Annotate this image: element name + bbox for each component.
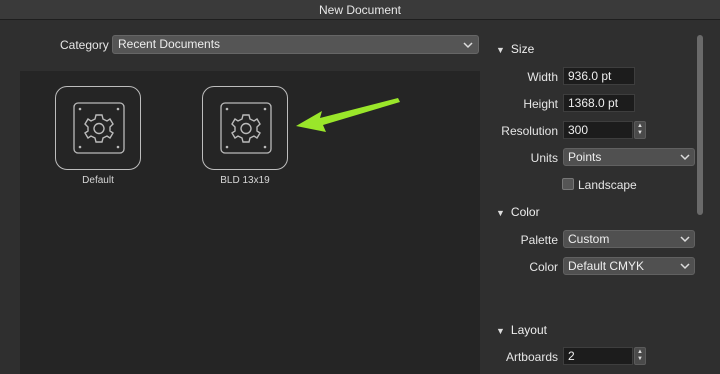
units-dropdown[interactable]: Points — [563, 148, 695, 166]
settings-scrollbar[interactable] — [697, 35, 703, 215]
chevron-down-icon — [680, 236, 690, 243]
chevron-down-icon — [680, 263, 690, 270]
size-heading: Size — [510, 42, 535, 56]
settings-panel: ▼ Size Width 936.0 pt Height 1368.0 pt Re… — [488, 30, 720, 374]
disclosure-down-icon: ▼ — [496, 326, 505, 336]
width-label: Width — [527, 70, 558, 84]
arrow-annotation-icon — [296, 98, 400, 132]
stepper-up-icon: ▲ — [637, 123, 643, 129]
color-value: Default CMYK — [568, 259, 645, 273]
palette-dropdown[interactable]: Custom — [563, 230, 695, 248]
disclosure-down-icon: ▼ — [496, 45, 505, 55]
chevron-down-icon — [463, 42, 473, 49]
stepper-up-icon: ▲ — [637, 349, 643, 355]
window-title: New Document — [0, 0, 720, 20]
color-section-toggle[interactable]: ▼ Color — [496, 205, 540, 219]
preset-label-bld-13x19: BLD 13x19 — [220, 175, 270, 186]
height-label: Height — [523, 97, 558, 111]
size-section-toggle[interactable]: ▼ Size — [496, 42, 534, 56]
color-heading: Color — [510, 205, 540, 219]
preset-tile-default[interactable] — [55, 86, 141, 170]
palette-value: Custom — [568, 232, 610, 246]
width-field[interactable]: 936.0 pt — [563, 67, 635, 85]
gear-icon — [73, 102, 125, 154]
units-label: Units — [530, 151, 558, 165]
layout-section-toggle[interactable]: ▼ Layout — [496, 323, 547, 337]
preset-panel: Default BLD 13x19 — [20, 71, 480, 374]
disclosure-down-icon: ▼ — [496, 208, 505, 218]
landscape-label: Landscape — [578, 178, 637, 192]
category-value: Recent Documents — [118, 37, 221, 51]
palette-label: Palette — [520, 233, 558, 247]
color-label: Color — [529, 260, 558, 274]
preset-label-default: Default — [82, 175, 114, 186]
landscape-checkbox[interactable] — [562, 178, 574, 190]
stepper-down-icon: ▼ — [637, 130, 643, 136]
stepper-down-icon: ▼ — [637, 356, 643, 362]
height-field[interactable]: 1368.0 pt — [563, 94, 635, 112]
resolution-label: Resolution — [501, 124, 558, 138]
resolution-field[interactable]: 300 — [563, 121, 633, 139]
preset-tile-bld-13x19[interactable] — [202, 86, 288, 170]
artboards-stepper[interactable]: ▲ ▼ — [634, 347, 646, 365]
layout-heading: Layout — [510, 323, 547, 337]
gear-icon — [220, 102, 272, 154]
category-label: Category — [60, 38, 109, 52]
chevron-down-icon — [680, 154, 690, 161]
artboards-field[interactable]: 2 — [563, 347, 633, 365]
color-dropdown[interactable]: Default CMYK — [563, 257, 695, 275]
category-select[interactable]: Recent Documents — [112, 35, 479, 54]
artboards-label: Artboards — [505, 350, 558, 364]
units-value: Points — [568, 150, 602, 164]
resolution-stepper[interactable]: ▲ ▼ — [634, 121, 646, 139]
